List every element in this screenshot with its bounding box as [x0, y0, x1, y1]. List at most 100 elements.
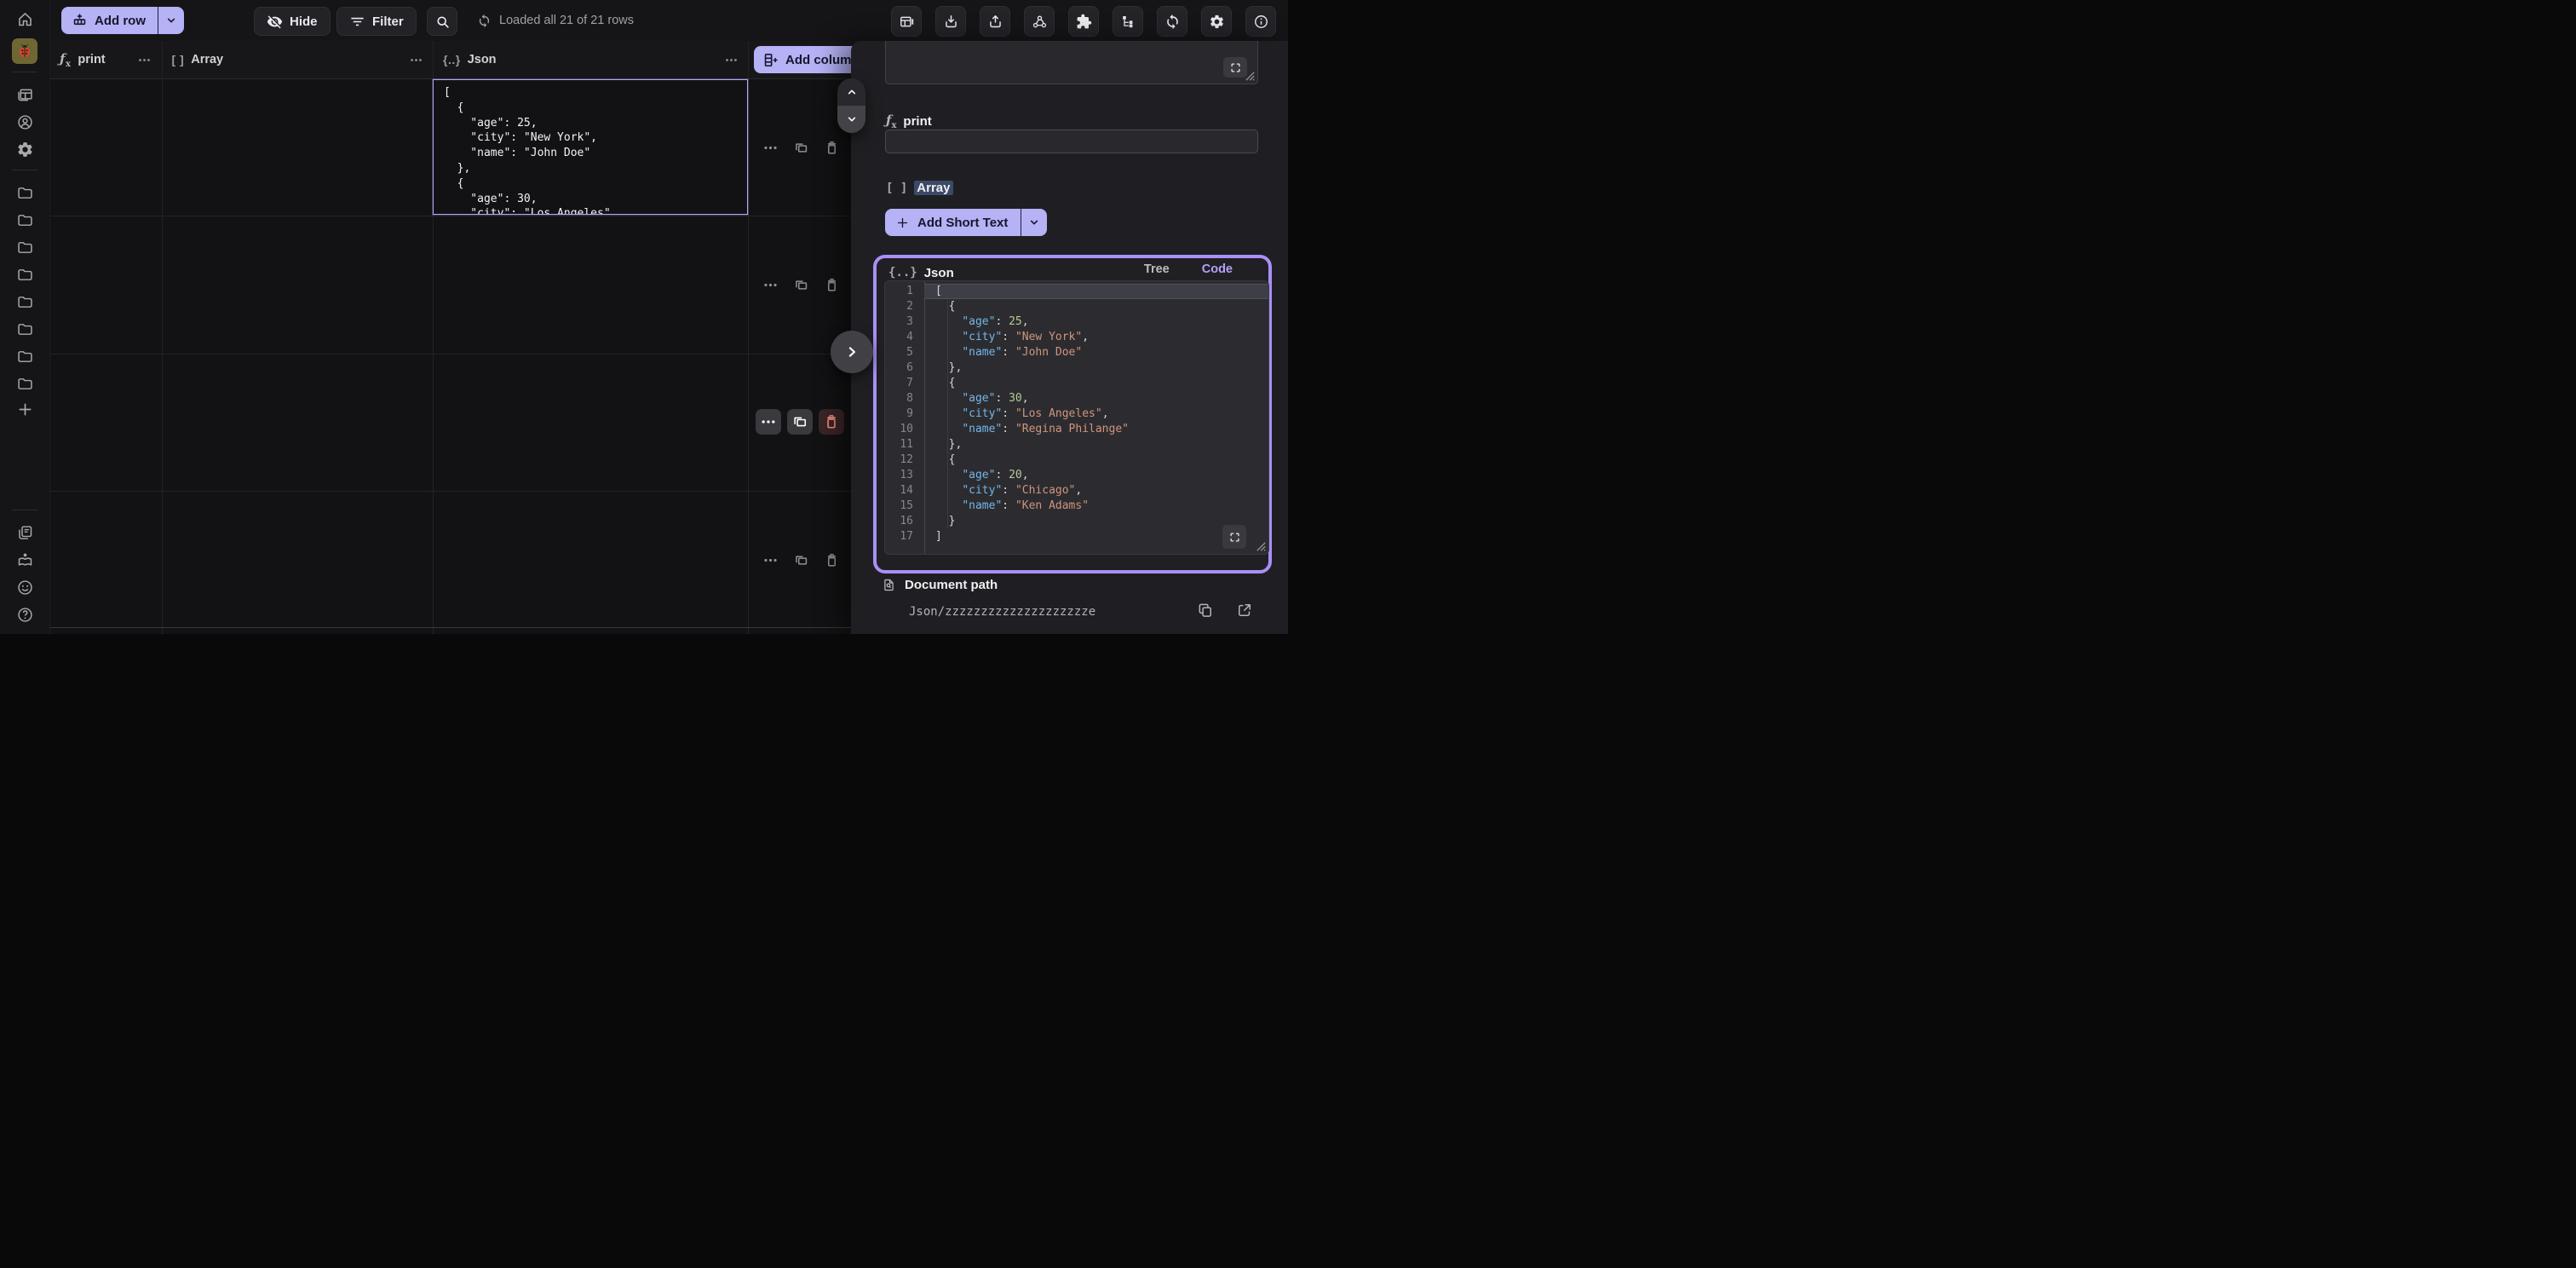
next-row-button[interactable]: [837, 106, 865, 133]
delete-row-button[interactable]: [819, 409, 844, 435]
duplicate-row-button[interactable]: [791, 276, 810, 295]
duplicate-row-button[interactable]: [791, 550, 810, 569]
webhooks-button[interactable]: [1024, 6, 1055, 37]
previous-row-button[interactable]: [837, 78, 865, 106]
print-field-input[interactable]: [885, 130, 1258, 153]
line-number: 17: [885, 529, 924, 545]
code-line-16[interactable]: 16 }: [885, 514, 1268, 529]
duplicate-row-button[interactable]: [791, 139, 810, 158]
column-header-Array[interactable]: [ ]Array: [162, 41, 434, 78]
sidebar-item-tables[interactable]: [11, 82, 38, 107]
selected-json-cell[interactable]: [ { "age": 25, "city": "New York", "name…: [433, 79, 748, 215]
row-actions: [761, 139, 841, 158]
data-table[interactable]: ƒxprint[ ]Array{..}Json Add column [ { "…: [49, 41, 851, 634]
copy-path-button[interactable]: [1195, 600, 1216, 620]
array-label-text: Array: [914, 181, 952, 195]
line-number: 14: [885, 483, 924, 499]
sidebar-folder-1[interactable]: [11, 180, 38, 205]
sidebar-item-learning[interactable]: [11, 547, 38, 573]
code-line-11[interactable]: 11 },: [885, 437, 1268, 452]
more-icon: [409, 53, 423, 67]
add-row-dropdown[interactable]: [158, 7, 184, 34]
search-button[interactable]: [427, 7, 457, 36]
json-code-editor[interactable]: 1[2 {3 "age": 25,4 "city": "New York",5 …: [884, 280, 1269, 555]
column-header-print[interactable]: ƒxprint: [49, 41, 162, 78]
row-hierarchy-button[interactable]: [1113, 6, 1143, 37]
sync-button[interactable]: [1157, 6, 1187, 37]
column-menu-button[interactable]: [136, 51, 153, 68]
code-line-8[interactable]: 8 "age": 30,: [885, 391, 1268, 406]
code-line-4[interactable]: 4 "city": "New York",: [885, 330, 1268, 345]
code-line-13[interactable]: 13 "age": 20,: [885, 468, 1268, 483]
code-line-2[interactable]: 2 {: [885, 299, 1268, 314]
sidebar-folder-8[interactable]: [11, 371, 38, 396]
code-line-1[interactable]: 1[: [885, 284, 1268, 299]
resize-grip-icon[interactable]: [1256, 542, 1266, 551]
expand-editor-button[interactable]: [1222, 525, 1246, 549]
sidebar-item-docs[interactable]: [11, 520, 38, 545]
delete-row-button[interactable]: [822, 276, 841, 295]
sync-icon: [1164, 14, 1181, 30]
column-menu-button[interactable]: [722, 51, 739, 68]
document-path-text: Document path: [905, 578, 998, 592]
code-line-5[interactable]: 5 "name": "John Doe": [885, 345, 1268, 360]
import-button[interactable]: [935, 6, 966, 37]
add-row-button[interactable]: Add row: [61, 7, 184, 34]
column-divider: [748, 41, 749, 634]
code-line-15[interactable]: 15 "name": "Ken Adams": [885, 499, 1268, 514]
sidebar-folder-3[interactable]: [11, 234, 38, 260]
sidebar-folder-6[interactable]: [11, 316, 38, 342]
field-textarea[interactable]: [885, 41, 1258, 84]
more-row-button[interactable]: [761, 550, 779, 569]
code-line-7[interactable]: 7 {: [885, 376, 1268, 391]
more-row-button[interactable]: [761, 276, 779, 295]
delete-row-button[interactable]: [822, 139, 841, 158]
extensions-button[interactable]: [1068, 6, 1099, 37]
line-number: 13: [885, 468, 924, 483]
column-header-Json[interactable]: {..}Json: [433, 41, 748, 78]
info-button[interactable]: [1245, 6, 1276, 37]
sidebar-item-home[interactable]: [11, 6, 38, 32]
export-button[interactable]: [980, 6, 1010, 37]
freeze-columns-button[interactable]: [891, 6, 922, 37]
code-line-10[interactable]: 10 "name": "Regina Philange": [885, 422, 1268, 437]
column-menu-button[interactable]: [407, 51, 424, 68]
filter-button[interactable]: Filter: [336, 7, 417, 36]
sidebar-item-settings[interactable]: [11, 136, 38, 162]
resize-grip-icon[interactable]: [1245, 72, 1255, 81]
add-short-text-button[interactable]: Add Short Text: [885, 209, 1047, 236]
more-row-button[interactable]: [756, 409, 781, 435]
tab-code[interactable]: Code: [1202, 262, 1233, 276]
expand-field-button[interactable]: [1223, 57, 1247, 78]
settings-button[interactable]: [1201, 6, 1232, 37]
code-line-17[interactable]: 17]: [885, 529, 1268, 545]
collapse-drawer-button[interactable]: [831, 331, 873, 373]
hide-columns-button[interactable]: Hide: [254, 7, 331, 36]
code-line-9[interactable]: 9 "city": "Los Angeles",: [885, 406, 1268, 422]
sidebar-folder-2[interactable]: [11, 207, 38, 233]
sidebar-item-members[interactable]: [11, 109, 38, 135]
add-field-dropdown[interactable]: [1021, 209, 1047, 236]
sidebar-folder-7[interactable]: [11, 343, 38, 369]
sidebar-item-feedback[interactable]: [11, 574, 38, 600]
fx-icon: ƒx: [60, 51, 71, 69]
tab-tree[interactable]: Tree: [1144, 262, 1170, 276]
workspace-avatar[interactable]: [12, 38, 37, 64]
sidebar-folder-5[interactable]: [11, 289, 38, 314]
more-row-button[interactable]: [761, 139, 779, 158]
toolbar-right-icons: [891, 6, 1276, 37]
brackets-icon: [ ]: [172, 53, 185, 66]
sidebar-add-table-button[interactable]: [11, 396, 38, 422]
code-line-12[interactable]: 12 {: [885, 452, 1268, 468]
eye-off-icon: [267, 14, 283, 30]
add-row-main[interactable]: Add row: [61, 7, 158, 34]
code-line-6[interactable]: 6 },: [885, 360, 1268, 376]
duplicate-row-button[interactable]: [787, 409, 813, 435]
sidebar-item-help[interactable]: [11, 602, 38, 627]
delete-row-button[interactable]: [822, 550, 841, 569]
code-line-14[interactable]: 14 "city": "Chicago",: [885, 483, 1268, 499]
open-document-button[interactable]: [1234, 600, 1255, 620]
sidebar-folder-4[interactable]: [11, 262, 38, 287]
code-line-3[interactable]: 3 "age": 25,: [885, 314, 1268, 330]
add-short-text-main[interactable]: Add Short Text: [885, 209, 1021, 236]
